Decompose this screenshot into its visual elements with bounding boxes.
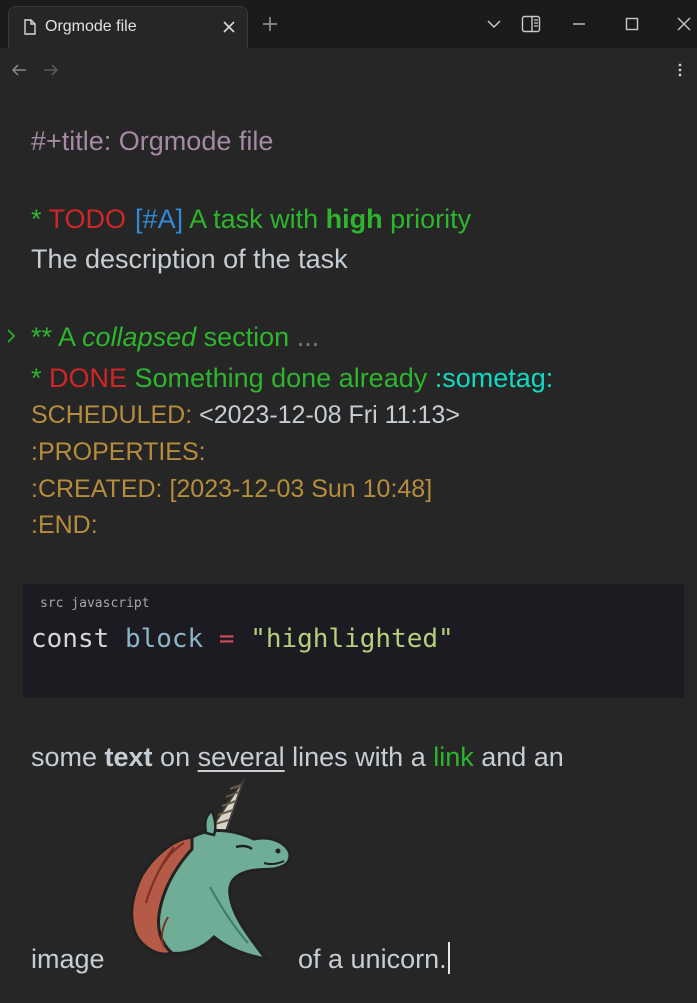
done-keyword: DONE (49, 363, 128, 393)
org-editor[interactable]: #+title: Orgmode file * TODO [#A] A task … (0, 92, 697, 1003)
sidebar-toggle-icon[interactable] (521, 14, 541, 34)
plus-icon[interactable] (262, 16, 278, 32)
paragraph-line-2: image (31, 941, 105, 977)
kebab-menu-icon[interactable] (672, 62, 688, 78)
code-keyword: const (31, 624, 110, 654)
text-cursor (447, 942, 450, 974)
heading-done: * DONE Something done already :sometag: (31, 360, 553, 396)
paragraph-text: and an (473, 742, 564, 772)
link[interactable]: link (433, 742, 474, 772)
heading-bold-text: high (325, 204, 383, 234)
back-arrow-icon[interactable] (10, 62, 28, 78)
source-block-label: src javascript (40, 596, 150, 611)
image-caption-after: of a unicorn. (298, 944, 447, 974)
file-icon (24, 19, 36, 35)
fold-ellipsis[interactable]: ... (297, 322, 320, 352)
heading-stars: * (31, 363, 50, 393)
bold-text: text (104, 742, 153, 772)
fold-chevron-right-icon[interactable] (4, 327, 18, 345)
paragraph-text: lines with a (284, 742, 434, 772)
tab-orgmode-file[interactable]: Orgmode file (8, 6, 248, 48)
paragraph-line-2-tail: of a unicorn. (298, 941, 450, 977)
paragraph-text: some (31, 742, 105, 772)
title-bar: Orgmode file (0, 0, 697, 48)
paragraph-text: on (152, 742, 198, 772)
heading-tag: :sometag: (434, 363, 554, 393)
forward-arrow-icon[interactable] (42, 62, 60, 78)
todo-keyword: TODO (48, 204, 127, 234)
code-operator: = (218, 624, 235, 654)
heading-todo: * TODO [#A] A task with high priority (31, 201, 471, 237)
heading-stars: ** A (31, 322, 83, 352)
navigation-bar (0, 48, 697, 92)
title-line: #+title: Orgmode file (31, 126, 274, 156)
close-window-icon[interactable] (674, 14, 694, 34)
paragraph-line-1: some text on several lines with a link a… (31, 739, 564, 775)
priority-cookie: [#A] (135, 204, 184, 234)
scheduled-label: SCHEDULED: (31, 401, 193, 429)
scheduled-timestamp: <2023-12-08 Fri 11:13> (192, 401, 460, 429)
chevron-down-icon[interactable] (484, 14, 504, 34)
properties-drawer-end: :END: (31, 511, 98, 539)
heading-stars: * (31, 204, 49, 234)
heading-text: A task with (183, 204, 326, 234)
task-description: The description of the task (31, 244, 348, 274)
code-string: "highlighted" (250, 624, 454, 654)
created-property: :CREATED: [2023-12-03 Sun 10:48] (31, 475, 433, 503)
heading-text: Something done already (127, 363, 435, 393)
maximize-icon[interactable] (622, 14, 642, 34)
source-code-line: const block = "highlighted" (31, 620, 454, 658)
heading-collapsed[interactable]: ** A collapsed section ... (31, 319, 319, 355)
heading-italic-text: collapsed (82, 322, 197, 352)
properties-drawer-start: :PROPERTIES: (31, 438, 206, 466)
tab-title: Orgmode file (45, 18, 137, 35)
scheduled-line: SCHEDULED: <2023-12-08 Fri 11:13> (31, 397, 460, 433)
unicorn-image (130, 778, 292, 962)
image-caption-before: image (31, 944, 105, 974)
code-variable: block (124, 624, 204, 654)
source-block: src javascript const block = "highlighte… (23, 584, 684, 698)
minimize-icon[interactable] (569, 14, 589, 34)
heading-text-tail: priority (382, 204, 472, 234)
underlined-text: several (197, 742, 285, 772)
heading-text: section (196, 322, 297, 352)
close-icon[interactable] (222, 20, 236, 34)
